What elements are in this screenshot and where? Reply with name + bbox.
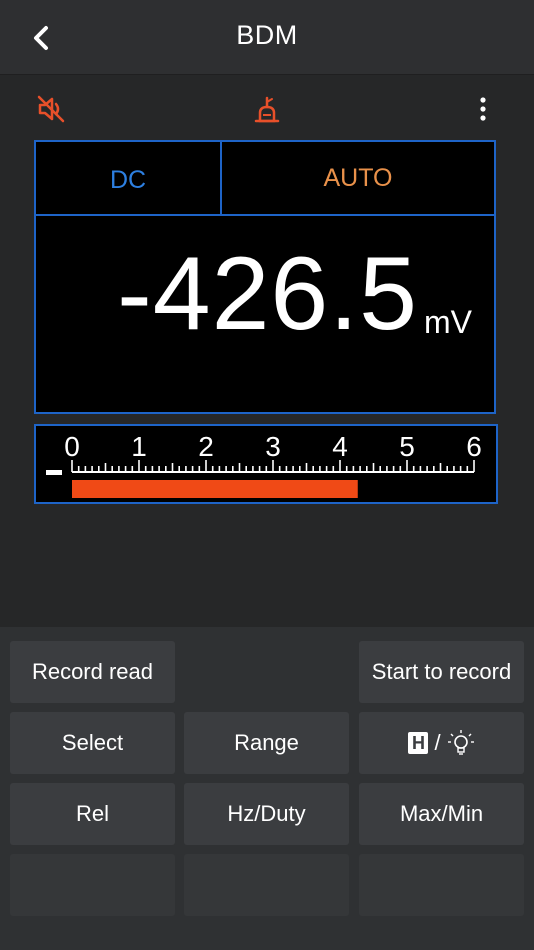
probe-button[interactable]	[250, 92, 284, 126]
empty-slot-3	[359, 854, 524, 916]
scale-label-2: 2	[198, 431, 214, 462]
scale-label-3: 3	[265, 431, 281, 462]
analog-scale: 0 1 2 3 4 5 6	[34, 424, 498, 504]
meter-display: DC AUTO -426.5 mV	[34, 140, 496, 414]
probe-icon	[254, 96, 280, 123]
reading-value: -426.5	[117, 236, 418, 352]
range-mode: AUTO	[222, 142, 494, 216]
separator-slash: /	[434, 730, 441, 755]
hold-light-button[interactable]: H /	[359, 712, 524, 774]
record-read-button[interactable]: Record read	[10, 641, 175, 703]
select-button[interactable]: Select	[10, 712, 175, 774]
scale-label-1: 1	[131, 431, 147, 462]
tool-row	[0, 86, 534, 130]
light-bulb-icon	[447, 730, 474, 755]
hz-duty-button[interactable]: Hz/Duty	[184, 783, 349, 845]
scale-graphic: 0 1 2 3 4 5 6	[46, 431, 482, 498]
rel-button[interactable]: Rel	[10, 783, 175, 845]
reading-unit: mV	[424, 304, 472, 340]
sound-off-icon	[37, 95, 65, 123]
more-options-button[interactable]	[466, 92, 500, 126]
max-min-button[interactable]: Max/Min	[359, 783, 524, 845]
scale-label-5: 5	[399, 431, 415, 462]
scale-label-6: 6	[466, 431, 482, 462]
hold-light-group: H /	[408, 729, 474, 757]
top-bar: BDM	[0, 0, 534, 75]
sound-off-button[interactable]	[34, 92, 68, 126]
empty-slot-2	[184, 854, 349, 916]
empty-slot-1	[10, 854, 175, 916]
negative-marker	[46, 470, 62, 475]
more-vertical-icon	[480, 97, 486, 121]
range-button[interactable]: Range	[184, 712, 349, 774]
measure-mode: DC	[36, 142, 222, 216]
page-title: BDM	[236, 20, 298, 50]
level-bar	[72, 480, 358, 498]
hold-icon: H	[408, 732, 429, 754]
scale-label-0: 0	[64, 431, 80, 462]
button-panel: Record read Start to record Select Range…	[0, 627, 534, 950]
scale-label-4: 4	[332, 431, 348, 462]
start-record-button[interactable]: Start to record	[359, 641, 524, 703]
